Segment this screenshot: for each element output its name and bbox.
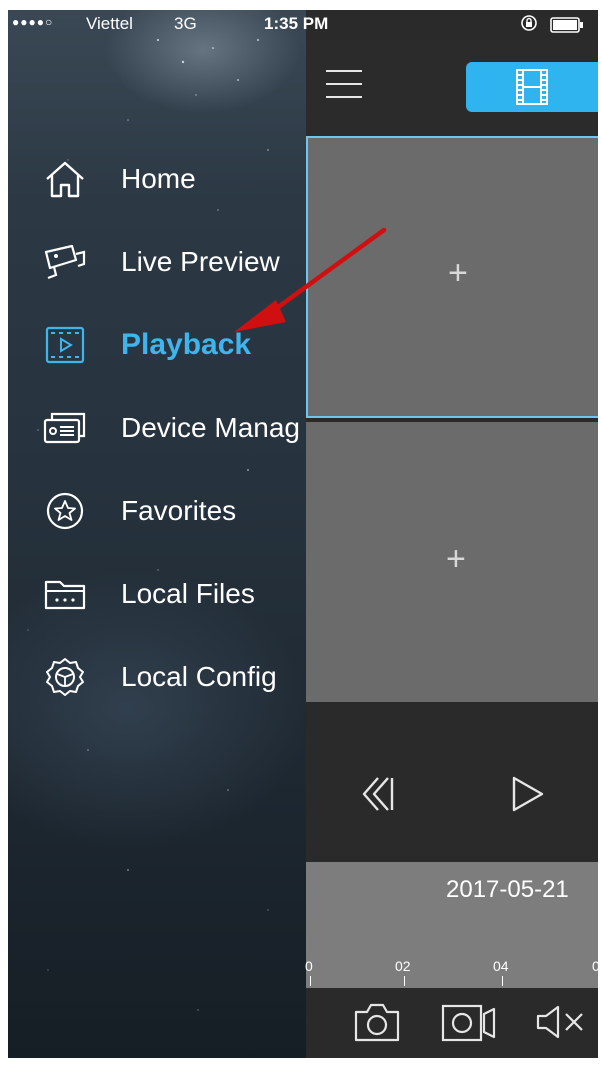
menu-item-label: Home bbox=[121, 163, 196, 194]
menu-item-label: Playback bbox=[121, 328, 252, 361]
top-toolbar bbox=[306, 40, 598, 136]
playback-icon bbox=[42, 325, 88, 365]
bottom-toolbar bbox=[306, 988, 598, 1058]
playback-controls bbox=[306, 702, 598, 862]
menu-icon[interactable] bbox=[326, 70, 362, 100]
carrier-name: Viettel bbox=[86, 14, 133, 33]
menu-item-label: Device Manag bbox=[121, 412, 300, 443]
status-bar: ●●●●○ Viettel 3G 1:35 PM bbox=[8, 10, 598, 40]
menu-item-local-config[interactable]: Local Config bbox=[8, 642, 306, 712]
folder-icon bbox=[42, 574, 88, 614]
mute-icon[interactable] bbox=[534, 1000, 594, 1044]
timeline-tick-label: 04 bbox=[493, 958, 509, 974]
timeline-tick-label: 02 bbox=[395, 958, 411, 974]
menu-item-label: Live Preview bbox=[121, 246, 280, 277]
timeline-tick bbox=[404, 976, 405, 986]
rotation-lock-icon bbox=[521, 15, 537, 31]
clock: 1:35 PM bbox=[264, 14, 329, 33]
play-icon[interactable] bbox=[508, 774, 548, 814]
navigation-drawer: Home Live Preview Playback Device Manag bbox=[8, 10, 306, 1058]
phone-screen: Home Live Preview Playback Device Manag bbox=[8, 10, 598, 1058]
network-type: 3G bbox=[174, 14, 197, 33]
video-pane-1[interactable]: + bbox=[306, 136, 598, 418]
battery-icon bbox=[550, 17, 583, 33]
menu-item-home[interactable]: Home bbox=[8, 144, 306, 214]
signal-strength: ●●●●○ bbox=[12, 15, 54, 29]
add-channel-button[interactable]: + bbox=[448, 254, 468, 293]
camera-icon bbox=[42, 242, 88, 282]
film-grid-icon bbox=[516, 69, 548, 105]
timeline-tick-label: 0 bbox=[592, 958, 598, 974]
rewind-icon[interactable] bbox=[358, 774, 398, 814]
menu-item-label: Local Config bbox=[121, 661, 277, 692]
timeline-tick-label: 0 bbox=[305, 958, 313, 974]
star-icon bbox=[42, 491, 88, 531]
video-pane-2[interactable]: + bbox=[306, 422, 598, 702]
timeline[interactable]: 2017-05-21 0 02 04 0 bbox=[305, 862, 598, 988]
timeline-tick bbox=[310, 976, 311, 986]
menu-item-local-files[interactable]: Local Files bbox=[8, 559, 306, 629]
menu-item-playback[interactable]: Playback bbox=[8, 310, 306, 380]
record-icon[interactable] bbox=[440, 1000, 498, 1044]
timeline-tick bbox=[502, 976, 503, 986]
add-channel-button[interactable]: + bbox=[446, 540, 466, 579]
menu-item-label: Favorites bbox=[121, 495, 237, 526]
view-mode-button[interactable] bbox=[466, 62, 598, 112]
menu-item-favorites[interactable]: Favorites bbox=[8, 476, 306, 546]
playback-panel: + + 2017-05-21 0 02 04 0 bbox=[305, 10, 598, 1058]
home-icon bbox=[42, 159, 88, 199]
timeline-date: 2017-05-21 bbox=[446, 876, 569, 903]
menu-item-live-preview[interactable]: Live Preview bbox=[8, 227, 306, 297]
gear-icon bbox=[42, 657, 88, 697]
device-icon bbox=[42, 408, 88, 448]
menu-item-device-manager[interactable]: Device Manag bbox=[8, 393, 306, 463]
snapshot-icon[interactable] bbox=[352, 1000, 402, 1044]
menu-item-label: Local Files bbox=[121, 578, 255, 609]
